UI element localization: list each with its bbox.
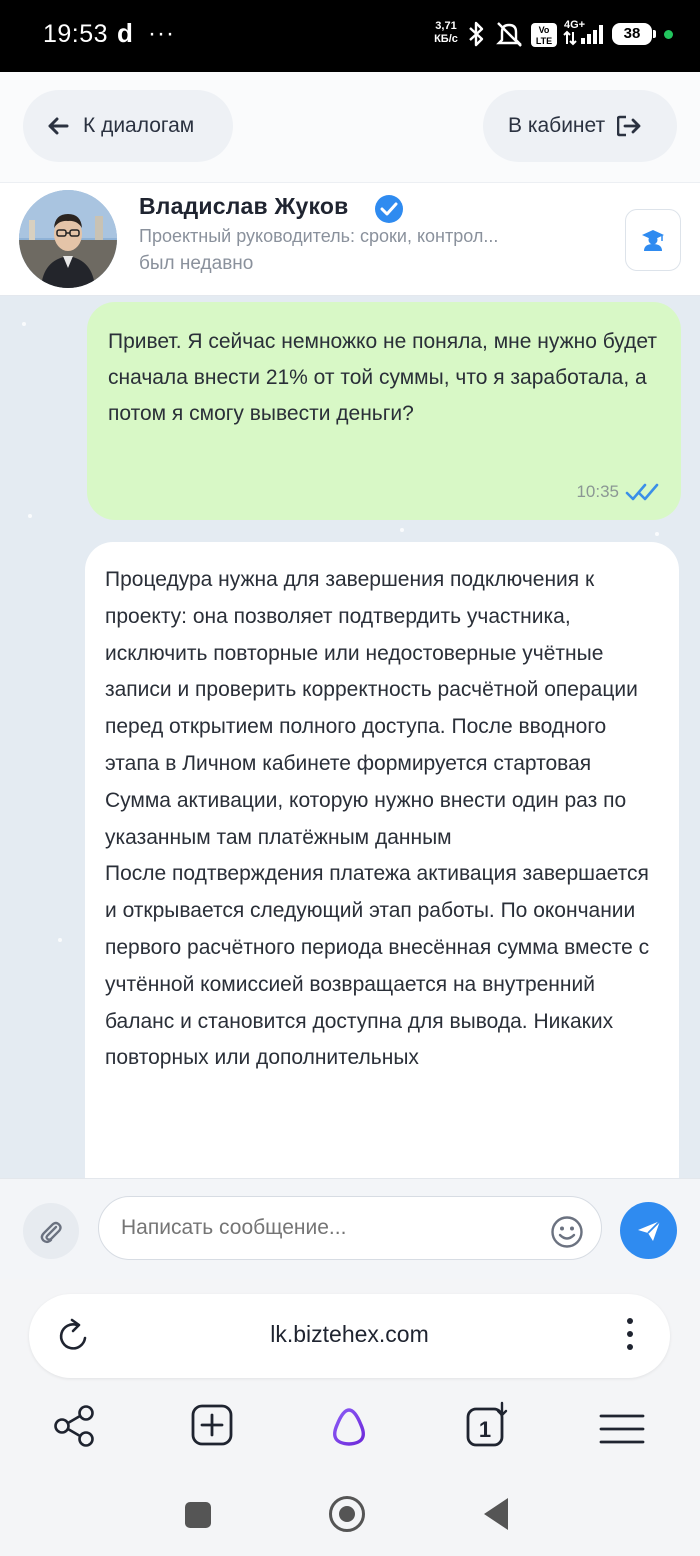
chat-area[interactable]: Привет. Я сейчас немножко не поняла, мне…: [0, 296, 700, 1178]
address-text[interactable]: lk.biztehex.com: [29, 1321, 670, 1348]
message-input[interactable]: [98, 1196, 602, 1260]
background-sparkle: [28, 514, 32, 518]
home-button[interactable]: [329, 1496, 365, 1532]
back-to-dialogs-label: К диалогам: [83, 114, 195, 137]
volte-icon: Vo LTE: [531, 23, 557, 47]
signal-4g-icon: 4G+: [563, 19, 603, 46]
hamburger-icon[interactable]: [599, 1413, 645, 1445]
background-sparkle: [22, 322, 26, 326]
app-notification-icon: d: [117, 18, 133, 48]
contact-role: Проектный руководитель: сроки, контрол..…: [139, 226, 499, 246]
plus-square-icon[interactable]: [190, 1403, 234, 1447]
system-navigation-bar: [0, 1466, 700, 1556]
avatar[interactable]: [19, 190, 117, 288]
background-sparkle: [655, 532, 659, 536]
contact-name: Владислав Жуков: [139, 193, 349, 219]
message-text: Процедура нужна для завершения подключен…: [105, 568, 650, 1070]
back-to-dialogs-button[interactable]: К диалогам: [23, 90, 233, 162]
svg-text:LTE: LTE: [536, 36, 552, 46]
address-bar[interactable]: lk.biztehex.com: [29, 1294, 670, 1378]
share-icon[interactable]: [52, 1403, 98, 1449]
mute-bell-icon: [496, 22, 522, 47]
logout-arrow-icon: [617, 115, 641, 137]
network-speed: 3,71 КБ/с: [432, 20, 460, 46]
battery-indicator: 38: [612, 23, 656, 45]
avatar-photo: [19, 190, 117, 288]
message-meta: 10:35: [576, 482, 661, 502]
svg-text:4G+: 4G+: [564, 19, 585, 31]
to-cabinet-label: В кабинет: [508, 114, 606, 137]
recent-apps-button[interactable]: [185, 1502, 211, 1528]
more-notifications-icon: ···: [148, 20, 175, 47]
svg-text:Vo: Vo: [539, 25, 550, 35]
alice-icon[interactable]: [325, 1405, 373, 1449]
smiley-icon[interactable]: [550, 1215, 584, 1249]
background-sparkle: [400, 528, 404, 532]
incoming-message[interactable]: Процедура нужна для завершения подключен…: [85, 542, 679, 1178]
top-navigation: К диалогам В кабинет: [0, 72, 700, 182]
read-ticks-icon: [625, 483, 659, 501]
message-text: Привет. Я сейчас немножко не поняла, мне…: [108, 330, 657, 425]
privacy-indicator-dot: [664, 30, 673, 39]
bluetooth-icon: [469, 21, 484, 47]
message-time: 10:35: [576, 482, 619, 501]
system-back-button[interactable]: [484, 1498, 508, 1530]
contact-header[interactable]: Владислав Жуков Проектный руководитель: …: [0, 182, 700, 296]
to-cabinet-button[interactable]: В кабинет: [483, 90, 677, 162]
network-speed-unit: КБ/с: [434, 33, 458, 45]
graduate-icon: [642, 230, 664, 251]
network-speed-value: 3,71: [435, 20, 457, 32]
status-bar: 19:53 d ··· 3,71 КБ/с Vo LTE 4G+ 38: [0, 0, 700, 72]
verified-check-icon: [375, 195, 403, 223]
tabs-count-icon[interactable]: 1: [464, 1401, 512, 1449]
mentor-profile-button[interactable]: [625, 209, 681, 271]
attach-button[interactable]: [23, 1203, 79, 1259]
message-composer: [0, 1178, 700, 1279]
kebab-menu-icon[interactable]: [626, 1316, 634, 1352]
paper-plane-icon: [637, 1219, 661, 1241]
send-button[interactable]: [620, 1202, 677, 1259]
svg-text:1: 1: [479, 1417, 491, 1442]
browser-toolbar: lk.biztehex.com 1: [0, 1279, 700, 1466]
contact-last-seen: был недавно: [139, 253, 254, 274]
status-time: 19:53: [43, 20, 109, 48]
paperclip-icon: [40, 1221, 62, 1244]
arrow-left-icon: [48, 117, 69, 135]
outgoing-message[interactable]: Привет. Я сейчас немножко не поняла, мне…: [87, 302, 681, 520]
background-sparkle: [58, 938, 62, 942]
